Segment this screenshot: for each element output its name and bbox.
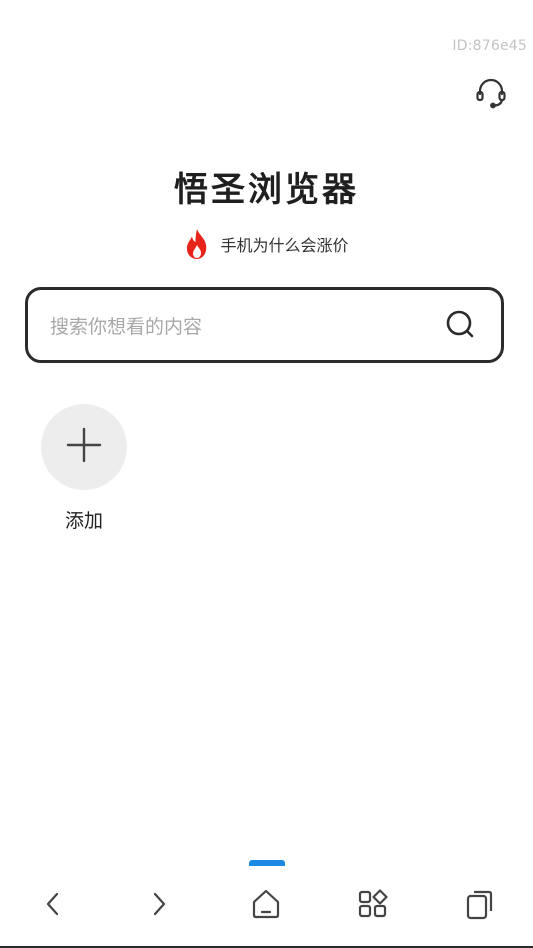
back-button[interactable] [33, 886, 73, 926]
customer-support-button[interactable] [472, 76, 510, 114]
apps-grid-icon [357, 888, 389, 924]
add-shortcut-circle[interactable] [41, 404, 127, 490]
tabs-button[interactable] [459, 886, 499, 926]
add-shortcut-label: 添加 [64, 510, 103, 532]
hot-search-suggestion[interactable]: 手机为什么会涨价 [0, 228, 533, 260]
home-button[interactable] [246, 886, 286, 926]
tabs-icon [463, 888, 495, 924]
search-icon[interactable] [445, 309, 477, 341]
flame-icon [184, 228, 210, 260]
chevron-right-icon [147, 891, 171, 921]
hot-search-text: 手机为什么会涨价 [220, 236, 349, 255]
bottom-navigation-bar [0, 866, 533, 946]
search-placeholder: 搜索你想看的内容 [50, 315, 203, 338]
plus-icon [65, 426, 103, 468]
forward-button[interactable] [139, 886, 179, 926]
add-shortcut-button[interactable]: 添加 [41, 404, 127, 533]
device-id-label: ID:876e45 [452, 38, 527, 54]
headset-icon [474, 76, 508, 114]
app-title: 悟圣浏览器 [174, 170, 359, 210]
search-input[interactable]: 搜索你想看的内容 [25, 287, 504, 363]
home-icon [250, 888, 282, 924]
chevron-left-icon [41, 891, 65, 921]
apps-button[interactable] [353, 886, 393, 926]
